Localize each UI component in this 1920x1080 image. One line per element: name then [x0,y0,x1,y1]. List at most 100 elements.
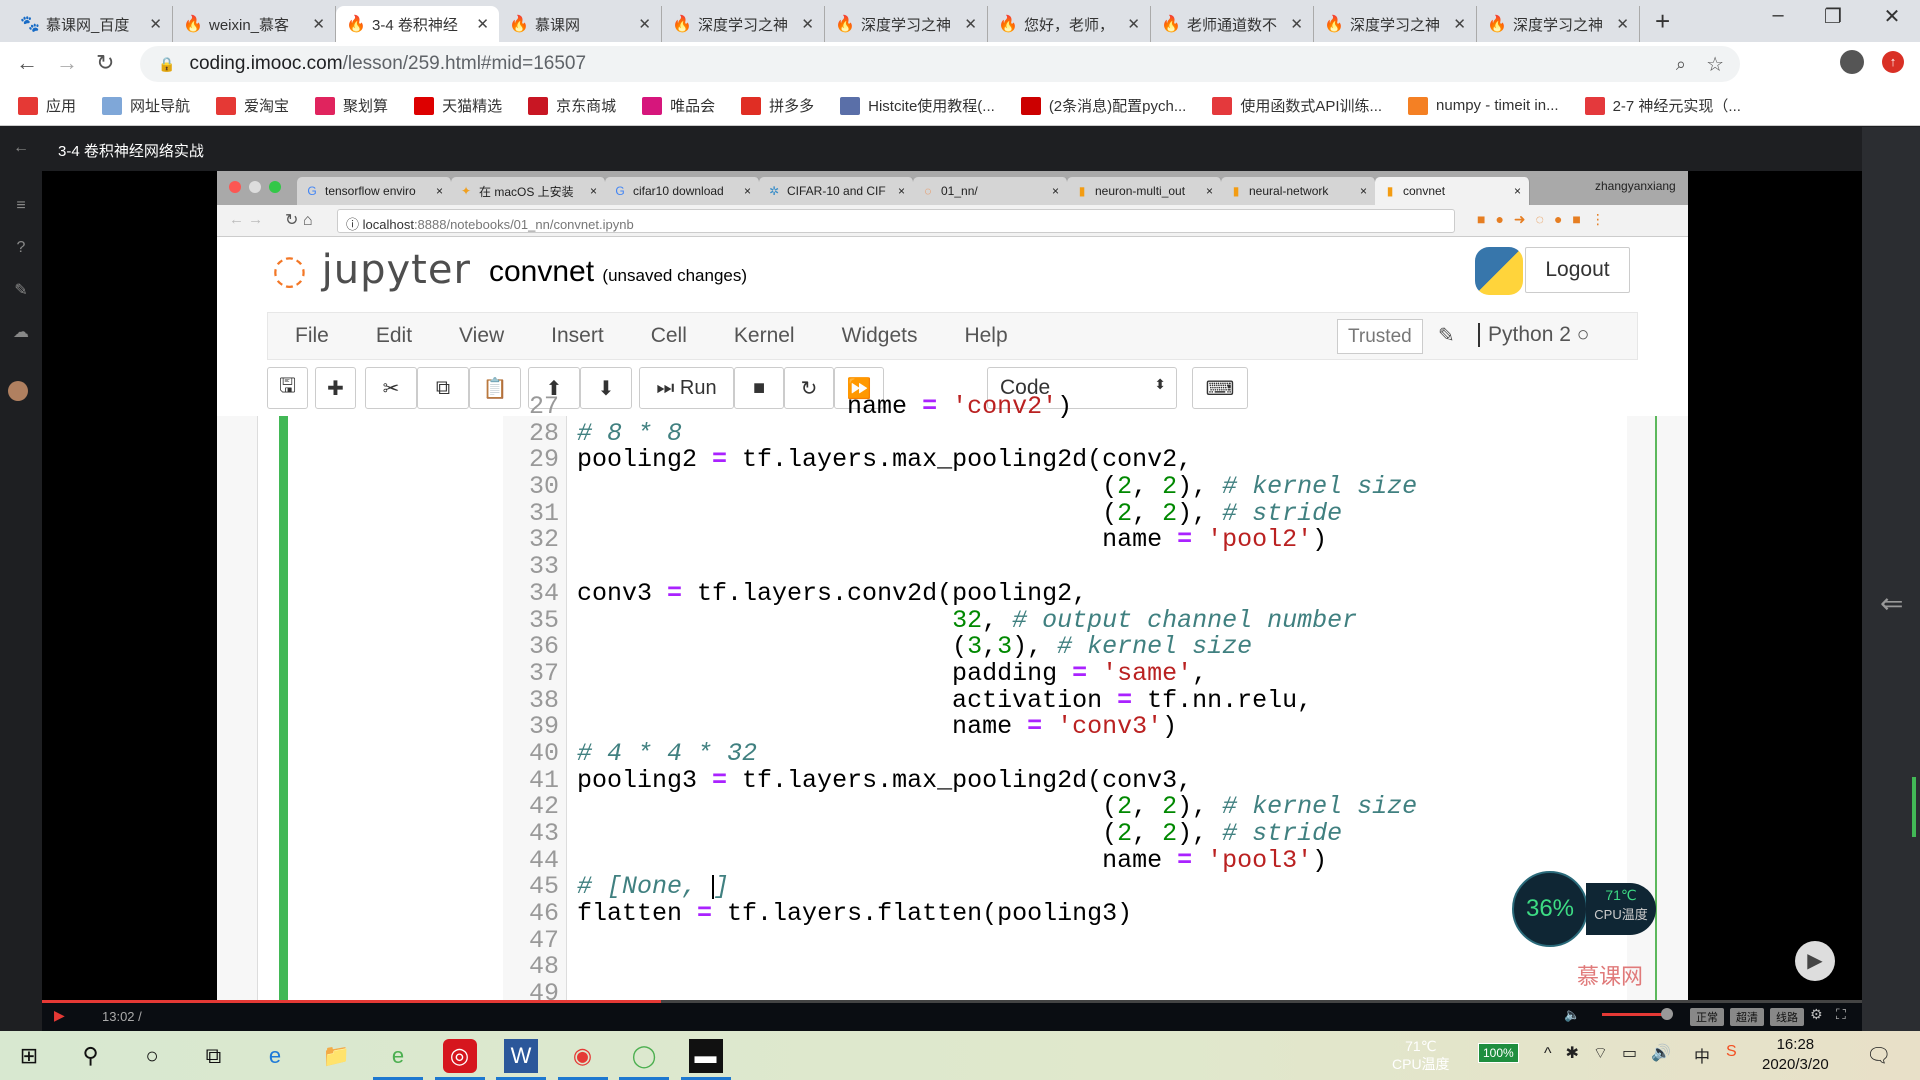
bookmark-item[interactable]: 爱淘宝 [216,95,289,116]
windows-start-icon[interactable]: ⊞ [12,1039,46,1073]
cut-button[interactable]: ✂ [365,367,417,409]
code-line[interactable]: 38 activation = tf.nn.relu, [503,687,1603,715]
code-line[interactable]: 43 (2, 2), # stride [503,820,1603,848]
insert-cell-button[interactable]: ✚ [315,367,356,409]
code-line[interactable]: 49 [503,980,1603,1000]
code-line[interactable]: 48 [503,954,1603,981]
code-line[interactable]: 35 32, # output channel number [503,607,1603,635]
word-icon[interactable]: W [504,1039,538,1073]
code-line[interactable]: 46 flatten = tf.layers.flatten(pooling3) [503,900,1603,928]
video-frame[interactable]: Gtensorflow enviro × ✦ 在 macOS 上安装 × Gcifar10… [42,171,1862,1000]
bookmark-item[interactable]: 网址导航 [102,95,190,116]
code-line[interactable]: 32 name = 'pool2') [503,527,1603,554]
pencil-icon[interactable]: ✎ [0,280,42,300]
route-button[interactable]: 线路 [1770,1008,1804,1026]
profile-icon[interactable] [1840,50,1864,74]
code-cell[interactable]: 27 name = 'conv2') 28 # 8 * 8 29 pooling2 = … [257,393,1627,1000]
close-window-button[interactable]: ✕ [1872,4,1912,29]
bookmark-item[interactable]: Histcite使用教程(... [840,95,995,116]
menu-view[interactable]: View [459,324,504,348]
code-line[interactable]: 36 (3,3), # kernel size [503,633,1603,661]
ie360-icon[interactable]: e [381,1039,415,1073]
code-line[interactable]: 47 [503,927,1603,955]
bookmark-item[interactable]: 使用函数式API训练... [1212,95,1382,116]
bookmark-item[interactable]: 天猫精选 [414,95,502,116]
play-overlay-button[interactable]: ▶ [1795,941,1835,981]
code-line[interactable]: 31 (2, 2), # stride [503,500,1603,528]
tab-close-icon[interactable]: ✕ [638,15,651,33]
code-line[interactable]: 42 (2, 2), # kernel size [503,793,1603,821]
new-tab-button[interactable]: + [1655,6,1670,37]
notification-icon[interactable]: 🗨 [1866,1043,1891,1068]
minimize-button[interactable]: – [1758,4,1798,27]
code-editor[interactable]: 27 name = 'conv2') 28 # 8 * 8 29 pooling2 = … [503,393,1603,1000]
reload-icon[interactable]: ↻ [96,50,114,76]
trusted-badge[interactable]: Trusted [1337,319,1423,354]
netease-music-icon[interactable]: ◎ [442,1039,477,1073]
file-explorer-icon[interactable]: 📁 [320,1039,354,1073]
tab-close-icon[interactable]: ✕ [1127,15,1140,33]
edge-icon[interactable]: e [258,1039,292,1073]
tray-icons[interactable]: ^✱⌔▭🔊 [1544,1043,1685,1063]
menu-kernel[interactable]: Kernel [734,324,795,348]
jupyter-logo[interactable]: ◌ jupyter [272,247,471,293]
back-icon[interactable]: ← [16,50,38,76]
url-bar[interactable]: 🔒 coding.imooc.com/lesson/259.html#mid=1… [140,46,1740,82]
browser-tab[interactable]: 🔥 深度学习之神 ✕ [1477,6,1640,42]
forward-icon[interactable]: → [56,50,78,76]
bookmark-item[interactable]: 聚划算 [315,95,388,116]
definition-button[interactable]: 超清 [1730,1008,1764,1026]
update-icon[interactable]: ↑ [1882,51,1904,73]
terminal-icon[interactable]: ▬ [688,1039,723,1073]
browser-tab[interactable]: 🔥 深度学习之神 ✕ [1314,6,1477,42]
code-line[interactable]: 33 [503,553,1603,581]
back-arrow-icon[interactable]: ← [0,139,42,157]
code-line[interactable]: 34 conv3 = tf.layers.conv2d(pooling2, [503,580,1603,608]
volume-handle[interactable] [1661,1008,1673,1020]
code-line[interactable]: 40 # 4 * 4 * 32 [503,740,1603,768]
collapse-arrow-icon[interactable]: ⇐ [1880,587,1903,620]
volume-icon[interactable]: 🔈 [1564,1007,1580,1023]
tab-close-icon[interactable]: ✕ [476,15,489,33]
browser-tab[interactable]: 🔥 老师通道数不 ✕ [1151,6,1314,42]
code-line[interactable]: 30 (2, 2), # kernel size [503,473,1603,501]
bookmark-item[interactable]: 2-7 神经元实现（... [1584,95,1741,116]
tab-close-icon[interactable]: ✕ [1616,15,1629,33]
bookmark-item[interactable]: 拼多多 [741,95,814,116]
code-line[interactable]: 28 # 8 * 8 [503,420,1603,448]
restore-button[interactable]: ❐ [1813,4,1853,29]
edit-pencil-icon[interactable]: ✎ [1438,323,1455,348]
tab-close-icon[interactable]: ✕ [1453,15,1466,33]
menu-edit[interactable]: Edit [376,324,412,348]
clock[interactable]: 16:28 2020/3/20 [1762,1035,1829,1075]
code-line[interactable]: 39 name = 'conv3') [503,713,1603,741]
browser-tab[interactable]: 🔥 深度学习之神 ✕ [662,6,825,42]
tab-close-icon[interactable]: ✕ [964,15,977,33]
tab-close-icon[interactable]: ✕ [801,15,814,33]
tab-close-icon[interactable]: ✕ [149,15,162,33]
task-view-icon[interactable]: ⧉ [197,1039,231,1073]
play-button[interactable]: ▶ [54,1007,65,1024]
menu-insert[interactable]: Insert [551,324,604,348]
code-line[interactable]: 45 # [None, ] [503,874,1603,901]
ime-indicator[interactable]: 中 [1694,1043,1710,1067]
chrome-icon[interactable]: ◉ [566,1039,600,1073]
code-line[interactable]: 41 pooling3 = tf.layers.max_pooling2d(con… [503,767,1603,795]
scrollbar[interactable] [1912,777,1916,837]
menu-help[interactable]: Help [964,324,1007,348]
code-line[interactable]: 44 name = 'pool3') [503,847,1603,875]
battery-indicator[interactable]: 100% [1478,1043,1519,1063]
code-line[interactable]: 37 padding = 'same', [503,660,1603,688]
bookmark-item[interactable]: numpy - timeit in... [1408,96,1559,115]
browser-tab[interactable]: 🐾 慕课网_百度 ✕ [10,6,173,42]
bookmark-item[interactable]: (2条消息)配置pych... [1020,95,1186,116]
cloud-check-icon[interactable]: ☁ [0,322,42,342]
bookmark-item[interactable]: 应用 [18,95,76,116]
star-icon[interactable]: ☆ [1706,52,1724,77]
bookmark-item[interactable]: 京东商城 [528,95,616,116]
menu-icon[interactable]: ≡ [0,197,42,215]
tab-close-icon[interactable]: ✕ [1290,15,1303,33]
settings-icon[interactable]: ⚙ [1810,1006,1823,1023]
notebook-name[interactable]: convnet [489,255,594,288]
menu-widgets[interactable]: Widgets [842,324,918,348]
